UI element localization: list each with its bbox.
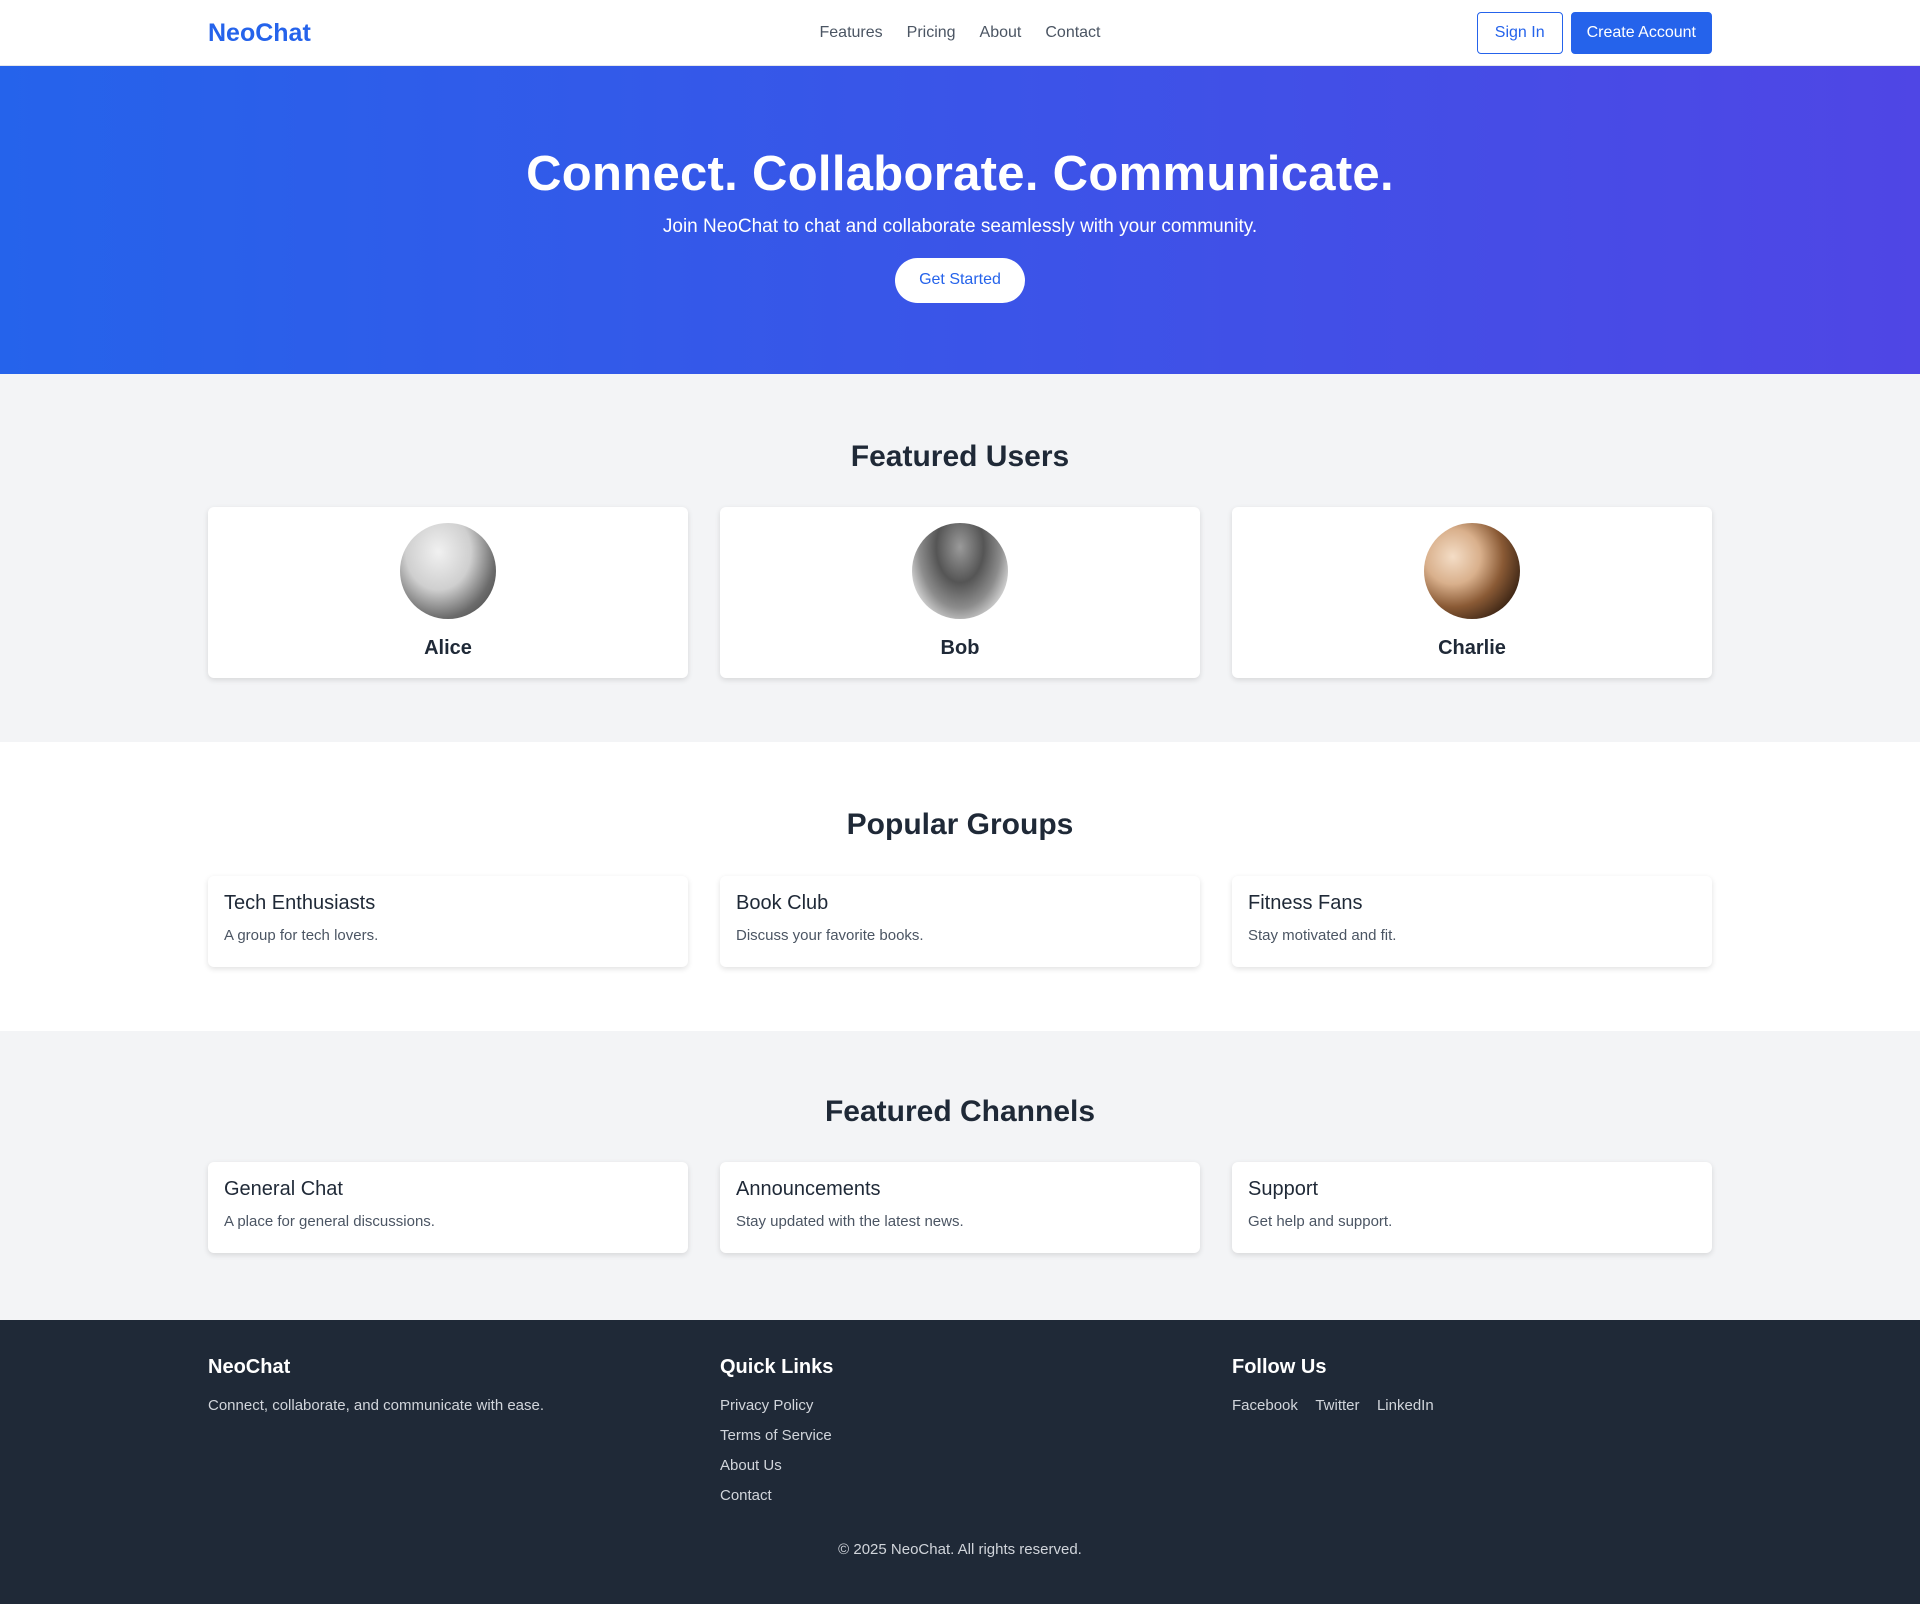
brand-logo[interactable]: NeoChat xyxy=(208,19,311,48)
featured-channels-title: Featured Channels xyxy=(824,1095,1096,1128)
group-description: Discuss your favorite books. xyxy=(736,927,924,944)
popular-groups-grid: Tech Enthusiasts A group for tech lovers… xyxy=(208,876,1712,967)
hero-subtitle: Join NeoChat to chat and collaborate sea… xyxy=(662,215,1258,237)
main-nav: Features Pricing About Contact xyxy=(820,24,1101,42)
channel-card-support[interactable]: Support Get help and support. xyxy=(1232,1162,1712,1253)
channel-description: Get help and support. xyxy=(1248,1213,1393,1230)
footer-follow-us: Follow Us Facebook Twitter LinkedIn xyxy=(1232,1356,1712,1517)
footer-about-column: NeoChat Connect, collaborate, and commun… xyxy=(208,1356,688,1517)
avatar xyxy=(1424,523,1520,619)
get-started-button[interactable]: Get Started xyxy=(895,257,1025,303)
user-card-charlie[interactable]: Charlie xyxy=(1232,507,1712,678)
footer-link-contact[interactable]: Contact xyxy=(720,1487,1200,1504)
nav-link-about[interactable]: About xyxy=(980,24,1022,42)
site-footer: NeoChat Connect, collaborate, and commun… xyxy=(0,1320,1920,1604)
user-name: Alice xyxy=(424,637,472,659)
follow-us-title: Follow Us xyxy=(1232,1356,1327,1378)
footer-quick-links: Quick Links Privacy Policy Terms of Serv… xyxy=(720,1356,1200,1517)
featured-channels-section: Featured Channels General Chat A place f… xyxy=(0,1031,1920,1320)
social-link-facebook[interactable]: Facebook xyxy=(1232,1397,1298,1414)
featured-users-title: Featured Users xyxy=(850,440,1070,473)
footer-tagline: Connect, collaborate, and communicate wi… xyxy=(208,1397,545,1414)
featured-channels-grid: General Chat A place for general discuss… xyxy=(208,1162,1712,1253)
channel-card-announcements[interactable]: Announcements Stay updated with the late… xyxy=(720,1162,1200,1253)
user-card-alice[interactable]: Alice xyxy=(208,507,688,678)
avatar xyxy=(400,523,496,619)
nav-actions: Sign In Create Account xyxy=(1476,12,1712,54)
group-card-book-club[interactable]: Book Club Discuss your favorite books. xyxy=(720,876,1200,967)
group-description: A group for tech lovers. xyxy=(224,927,379,944)
channel-description: Stay updated with the latest news. xyxy=(736,1213,964,1230)
group-name: Tech Enthusiasts xyxy=(224,892,376,914)
footer-link-privacy-policy[interactable]: Privacy Policy xyxy=(720,1397,1200,1414)
footer-link-about-us[interactable]: About Us xyxy=(720,1457,1200,1474)
footer-link-terms-of-service[interactable]: Terms of Service xyxy=(720,1427,1200,1444)
group-card-fitness-fans[interactable]: Fitness Fans Stay motivated and fit. xyxy=(1232,876,1712,967)
hero-title: Connect. Collaborate. Communicate. xyxy=(526,147,1394,201)
sign-in-button[interactable]: Sign In xyxy=(1476,12,1563,54)
footer-columns: NeoChat Connect, collaborate, and commun… xyxy=(208,1356,1712,1517)
copyright-text: © 2025 NeoChat. All rights reserved. xyxy=(838,1541,1082,1558)
channel-description: A place for general discussions. xyxy=(224,1213,435,1230)
group-description: Stay motivated and fit. xyxy=(1248,927,1397,944)
footer-brand: NeoChat xyxy=(208,1356,291,1378)
nav-link-pricing[interactable]: Pricing xyxy=(907,24,956,42)
featured-users-section: Featured Users Alice Bob Charlie xyxy=(0,374,1920,742)
group-name: Book Club xyxy=(736,892,829,914)
channel-name: General Chat xyxy=(224,1178,343,1200)
featured-users-grid: Alice Bob Charlie xyxy=(208,507,1712,678)
group-name: Fitness Fans xyxy=(1248,892,1363,914)
top-navbar: NeoChat Features Pricing About Contact S… xyxy=(0,0,1920,66)
nav-link-features[interactable]: Features xyxy=(820,24,883,42)
channel-name: Support xyxy=(1248,1178,1319,1200)
popular-groups-title: Popular Groups xyxy=(846,808,1074,841)
channel-card-general-chat[interactable]: General Chat A place for general discuss… xyxy=(208,1162,688,1253)
user-name: Charlie xyxy=(1438,637,1506,659)
social-link-twitter[interactable]: Twitter xyxy=(1315,1397,1359,1414)
create-account-button[interactable]: Create Account xyxy=(1570,12,1712,54)
nav-link-contact[interactable]: Contact xyxy=(1045,24,1100,42)
user-card-bob[interactable]: Bob xyxy=(720,507,1200,678)
hero-section: Connect. Collaborate. Communicate. Join … xyxy=(0,66,1920,374)
avatar xyxy=(912,523,1008,619)
channel-name: Announcements xyxy=(736,1178,881,1200)
quick-links-title: Quick Links xyxy=(720,1356,834,1378)
popular-groups-section: Popular Groups Tech Enthusiasts A group … xyxy=(0,742,1920,1031)
group-card-tech-enthusiasts[interactable]: Tech Enthusiasts A group for tech lovers… xyxy=(208,876,688,967)
social-link-linkedin[interactable]: LinkedIn xyxy=(1377,1397,1434,1414)
user-name: Bob xyxy=(940,637,980,659)
